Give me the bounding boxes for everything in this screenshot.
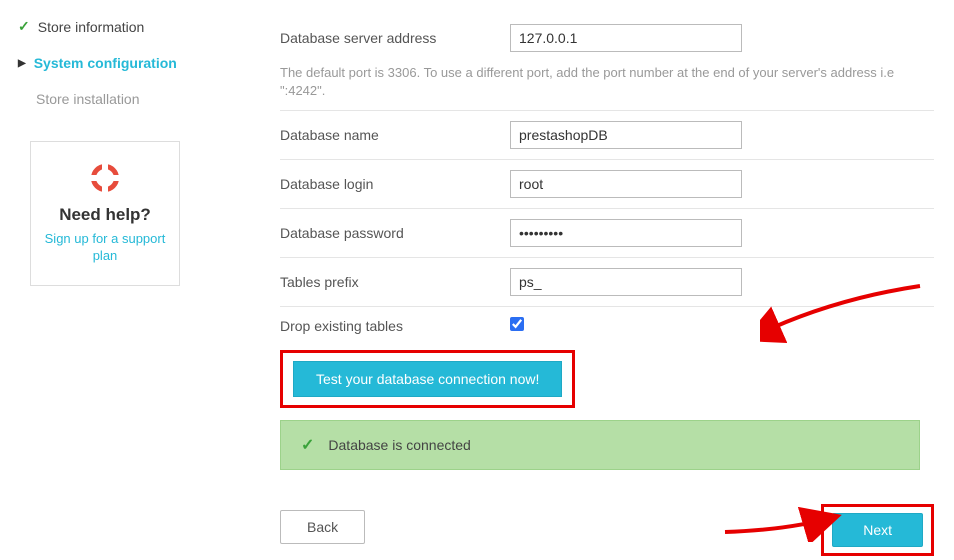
nav-store-information[interactable]: ✓ Store information [18, 14, 190, 39]
row-db-login: Database login [280, 160, 934, 209]
row-drop-tables: Drop existing tables [280, 307, 934, 344]
label-tables-prefix: Tables prefix [280, 274, 510, 290]
arrow-right-icon: ▶ [18, 58, 26, 69]
help-title: Need help? [43, 205, 167, 225]
label-db-address: Database server address [280, 30, 510, 46]
input-db-login[interactable] [510, 170, 742, 198]
label-drop-tables: Drop existing tables [280, 318, 510, 334]
nav-label: Store information [38, 19, 145, 35]
nav-label: Store installation [36, 91, 140, 107]
input-db-address[interactable] [510, 24, 742, 52]
next-button[interactable]: Next [832, 513, 923, 547]
help-link[interactable]: Sign up for a support plan [43, 231, 167, 265]
row-tables-prefix: Tables prefix [280, 258, 934, 307]
row-db-address: Database server address [280, 14, 934, 62]
status-success: ✓ Database is connected [280, 420, 920, 470]
nav-label: System configuration [34, 55, 177, 71]
nav-store-installation[interactable]: Store installation [18, 87, 190, 111]
sidebar: ✓ Store information ▶ System configurati… [0, 0, 200, 560]
highlight-next-button: Next [821, 504, 934, 556]
back-button[interactable]: Back [280, 510, 365, 544]
main-content: Database server address The default port… [200, 0, 954, 560]
check-icon: ✓ [301, 435, 314, 455]
row-db-name: Database name [280, 111, 934, 160]
input-db-name[interactable] [510, 121, 742, 149]
status-text: Database is connected [328, 437, 470, 453]
label-db-password: Database password [280, 225, 510, 241]
hint-db-address: The default port is 3306. To use a diffe… [280, 62, 934, 111]
footer-buttons: Back Next [280, 510, 934, 550]
input-tables-prefix[interactable] [510, 268, 742, 296]
test-connection-button[interactable]: Test your database connection now! [293, 361, 562, 397]
highlight-test-button: Test your database connection now! [280, 350, 575, 408]
label-db-name: Database name [280, 127, 510, 143]
check-icon: ✓ [18, 18, 30, 35]
lifebuoy-icon [43, 164, 167, 195]
row-db-password: Database password [280, 209, 934, 258]
help-box: Need help? Sign up for a support plan [30, 141, 180, 286]
input-db-password[interactable] [510, 219, 742, 247]
nav-system-configuration[interactable]: ▶ System configuration [18, 51, 190, 75]
checkbox-drop-tables[interactable] [510, 317, 524, 331]
label-db-login: Database login [280, 176, 510, 192]
